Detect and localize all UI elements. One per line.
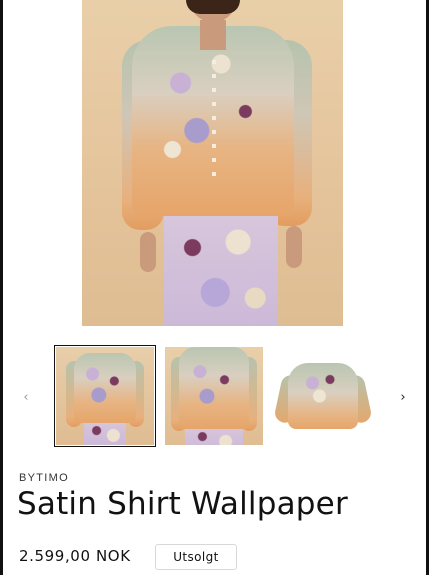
thumbnail-front-view[interactable] [54,345,156,447]
product-vendor: BYTIMO [19,472,69,484]
model-right-hand [286,226,302,268]
thumbnail-front-close-view[interactable] [165,347,263,445]
model-hair [186,0,240,14]
chevron-left-icon[interactable]: ‹ [19,391,33,405]
main-product-image[interactable] [82,0,343,326]
thumbnail-carousel: ‹ › [0,343,429,449]
frame-border-left [0,0,3,575]
product-title: Satin Shirt Wallpaper [17,486,348,522]
sold-out-badge: Utsolgt [155,544,237,570]
chevron-right-icon[interactable]: › [396,391,410,405]
model-neck [200,20,226,50]
model-pants [164,214,278,326]
thumbnail-flat-lay-view[interactable] [274,347,372,445]
shirt-buttons [212,60,216,180]
thumb-shirt [179,347,249,429]
product-price: 2.599,00 NOK [19,547,131,565]
model-left-hand [140,232,156,272]
thumb-pants [185,427,243,445]
flat-shirt [288,363,358,429]
thumb-shirt [74,353,136,423]
thumb-pants [84,421,126,445]
